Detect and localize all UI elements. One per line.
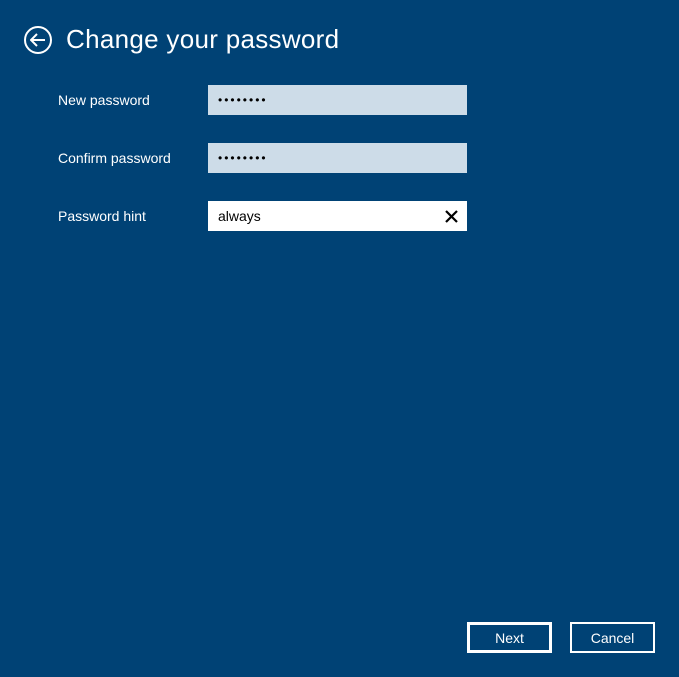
- page-title: Change your password: [66, 24, 339, 55]
- button-bar: Next Cancel: [467, 622, 655, 653]
- clear-hint-button[interactable]: [441, 206, 461, 226]
- new-password-input-wrapper: [208, 85, 467, 115]
- password-hint-input-wrapper: [208, 201, 467, 231]
- new-password-row: New password: [58, 85, 679, 115]
- next-button[interactable]: Next: [467, 622, 552, 653]
- header: Change your password: [0, 0, 679, 55]
- confirm-password-label: Confirm password: [58, 150, 208, 166]
- new-password-label: New password: [58, 92, 208, 108]
- confirm-password-row: Confirm password: [58, 143, 679, 173]
- new-password-input[interactable]: [208, 85, 467, 115]
- confirm-password-input[interactable]: [208, 143, 467, 173]
- password-hint-row: Password hint: [58, 201, 679, 231]
- confirm-password-input-wrapper: [208, 143, 467, 173]
- back-button[interactable]: [24, 26, 52, 54]
- back-arrow-icon: [30, 33, 46, 47]
- password-hint-label: Password hint: [58, 208, 208, 224]
- form-area: New password Confirm password Password h…: [0, 55, 679, 231]
- cancel-button[interactable]: Cancel: [570, 622, 655, 653]
- close-icon: [445, 210, 458, 223]
- password-hint-input[interactable]: [208, 201, 467, 231]
